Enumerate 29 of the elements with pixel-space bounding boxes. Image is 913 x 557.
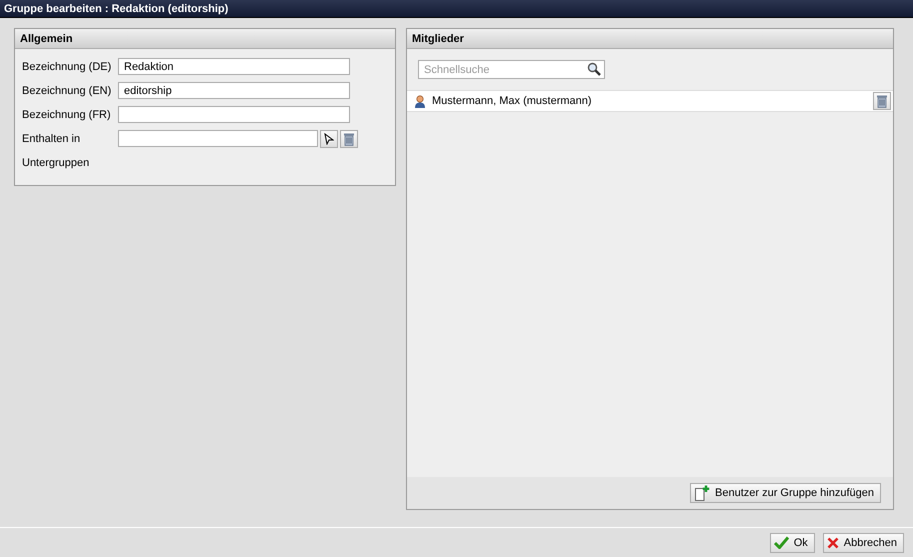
text-field[interactable]: [118, 130, 318, 147]
text-field[interactable]: Redaktion: [118, 58, 350, 75]
field-label: Bezeichnung (EN): [22, 84, 112, 96]
close-icon: [826, 536, 839, 548]
select-button[interactable]: [320, 130, 338, 148]
field-label: Bezeichnung (FR): [22, 108, 112, 120]
panel-title: Allgemein: [20, 32, 73, 44]
check-icon: [774, 536, 789, 549]
text-field[interactable]: editorship: [118, 82, 350, 99]
add-user-button[interactable]: Benutzer zur Gruppe hinzufügen: [690, 483, 881, 503]
add-document-icon: [694, 485, 710, 501]
window-title: Gruppe bearbeiten : Redaktion (editorship): [4, 2, 228, 14]
field-label: Enthalten in: [22, 132, 82, 144]
text-field[interactable]: [118, 106, 350, 123]
delete-button[interactable]: [873, 92, 891, 110]
trash-icon: [876, 94, 888, 108]
ok-button[interactable]: Ok: [770, 532, 815, 552]
member-row[interactable]: Mustermann, Max (mustermann): [407, 90, 893, 112]
field-label: Bezeichnung (DE): [22, 60, 112, 72]
field-label: Untergruppen: [22, 156, 90, 168]
cancel-button[interactable]: Abbrechen: [822, 532, 904, 552]
delete-button[interactable]: [340, 130, 358, 148]
search-icon: [587, 62, 601, 76]
panel-title: Mitglieder: [412, 32, 464, 44]
user-icon: [414, 94, 426, 108]
trash-icon: [343, 132, 355, 146]
search-field[interactable]: Schnellsuche: [418, 60, 605, 79]
member-name: Mustermann, Max (mustermann): [432, 95, 593, 107]
cursor-icon: [324, 132, 334, 144]
